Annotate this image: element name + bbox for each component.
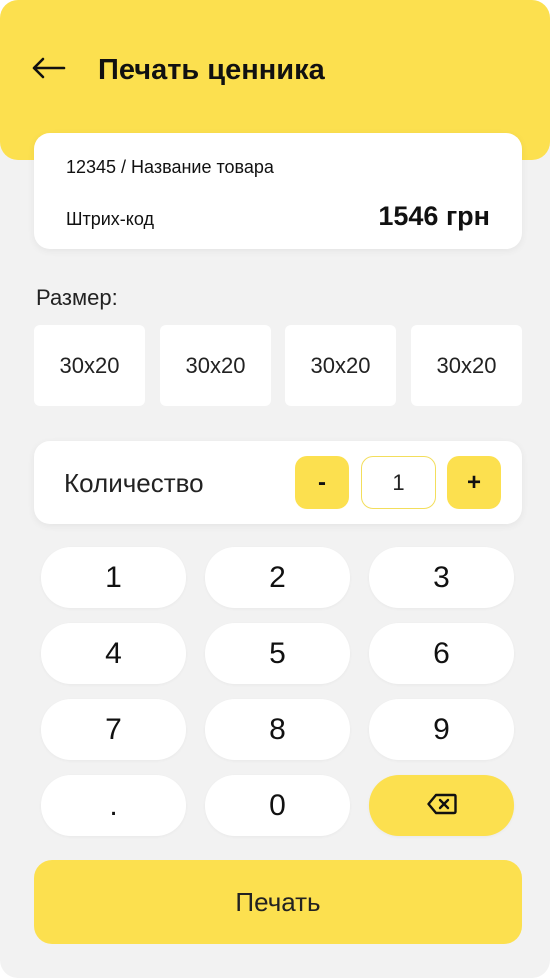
key-8[interactable]: 8 [205, 699, 350, 760]
size-label: Размер: [36, 285, 118, 310]
key-2[interactable]: 2 [205, 547, 350, 608]
page-title: Печать ценника [98, 54, 325, 86]
size-option[interactable]: 30x20 [411, 325, 522, 406]
quantity-label: Количество [64, 468, 204, 498]
back-button[interactable] [28, 50, 68, 90]
backspace-button[interactable] [369, 775, 514, 836]
key-decimal[interactable]: . [41, 775, 186, 836]
quantity-card: Количество - + [34, 441, 522, 524]
key-9[interactable]: 9 [369, 699, 514, 760]
key-1[interactable]: 1 [41, 547, 186, 608]
product-name: 12345 / Название товара [66, 157, 274, 177]
quantity-decrease-button[interactable]: - [295, 456, 349, 509]
key-7[interactable]: 7 [41, 699, 186, 760]
key-3[interactable]: 3 [369, 547, 514, 608]
key-5[interactable]: 5 [205, 623, 350, 684]
size-option[interactable]: 30x20 [285, 325, 396, 406]
arrow-left-icon [30, 56, 66, 85]
size-option[interactable]: 30x20 [160, 325, 271, 406]
product-card: 12345 / Название товара Штрих-код 1546 г… [34, 133, 522, 249]
backspace-icon [426, 789, 457, 823]
screen: Печать ценника 12345 / Название товара Ш… [0, 0, 550, 978]
size-option[interactable]: 30x20 [34, 325, 145, 406]
quantity-input[interactable] [361, 456, 436, 509]
key-4[interactable]: 4 [41, 623, 186, 684]
print-button[interactable]: Печать [34, 860, 522, 944]
quantity-increase-button[interactable]: + [447, 456, 501, 509]
product-price: 1546 грн [378, 201, 490, 231]
barcode-label: Штрих-код [66, 209, 154, 229]
key-6[interactable]: 6 [369, 623, 514, 684]
key-0[interactable]: 0 [205, 775, 350, 836]
